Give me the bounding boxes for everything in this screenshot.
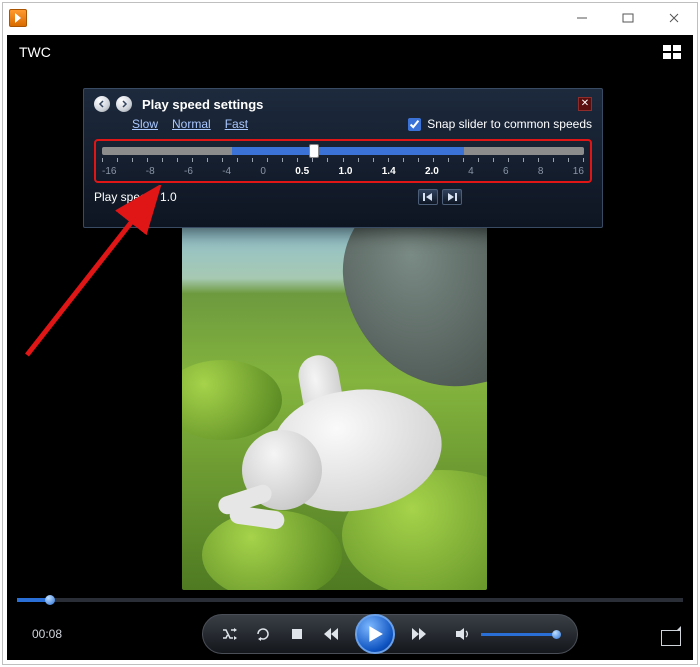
speed-slider-ticks: -16-8-6-400.51.01.42.046816	[102, 166, 584, 177]
fullscreen-button[interactable]	[661, 630, 681, 646]
play-speed-value: Play speed: 1.0	[94, 190, 177, 204]
transport-controls: 00:08	[7, 608, 693, 660]
watermark-label: TWC	[19, 44, 51, 60]
frame-step-forward-button[interactable]	[442, 189, 462, 205]
stop-button[interactable]	[287, 624, 307, 644]
window-titlebar	[3, 3, 697, 33]
speed-slow-link[interactable]: Slow	[132, 117, 158, 131]
elapsed-time: 00:08	[7, 627, 87, 641]
seek-thumb[interactable]	[45, 595, 55, 605]
volume-slider[interactable]	[481, 633, 561, 636]
speed-slider-thumb[interactable]	[309, 144, 319, 158]
play-button[interactable]	[355, 614, 395, 654]
video-area[interactable]	[182, 210, 487, 590]
repeat-button[interactable]	[253, 624, 273, 644]
speed-normal-link[interactable]: Normal	[172, 117, 211, 131]
window-close-button[interactable]	[651, 4, 697, 32]
player-surface: TWC Play speed settings ✕	[7, 35, 693, 660]
rewind-button[interactable]	[321, 624, 341, 644]
fast-forward-button[interactable]	[409, 624, 429, 644]
shuffle-button[interactable]	[219, 624, 239, 644]
panel-close-button[interactable]: ✕	[578, 97, 592, 111]
speed-fast-link[interactable]: Fast	[225, 117, 248, 131]
panel-title: Play speed settings	[142, 97, 263, 112]
app-icon	[9, 9, 27, 27]
switch-to-library-button[interactable]	[663, 45, 681, 59]
snap-checkbox-label[interactable]: Snap slider to common speeds	[408, 117, 592, 131]
mute-button[interactable]	[453, 624, 473, 644]
window-minimize-button[interactable]	[559, 4, 605, 32]
panel-back-button[interactable]	[94, 96, 110, 112]
snap-checkbox[interactable]	[408, 118, 421, 131]
panel-forward-button[interactable]	[116, 96, 132, 112]
frame-step-back-button[interactable]	[418, 189, 438, 205]
play-speed-settings-panel: Play speed settings ✕ Slow Normal Fast S…	[83, 88, 603, 228]
window-maximize-button[interactable]	[605, 4, 651, 32]
speed-slider[interactable]	[102, 147, 584, 155]
snap-label-text: Snap slider to common speeds	[427, 117, 592, 131]
speed-slider-highlight: -16-8-6-400.51.01.42.046816	[94, 139, 592, 183]
volume-thumb[interactable]	[552, 630, 561, 639]
seek-bar[interactable]	[17, 598, 683, 602]
